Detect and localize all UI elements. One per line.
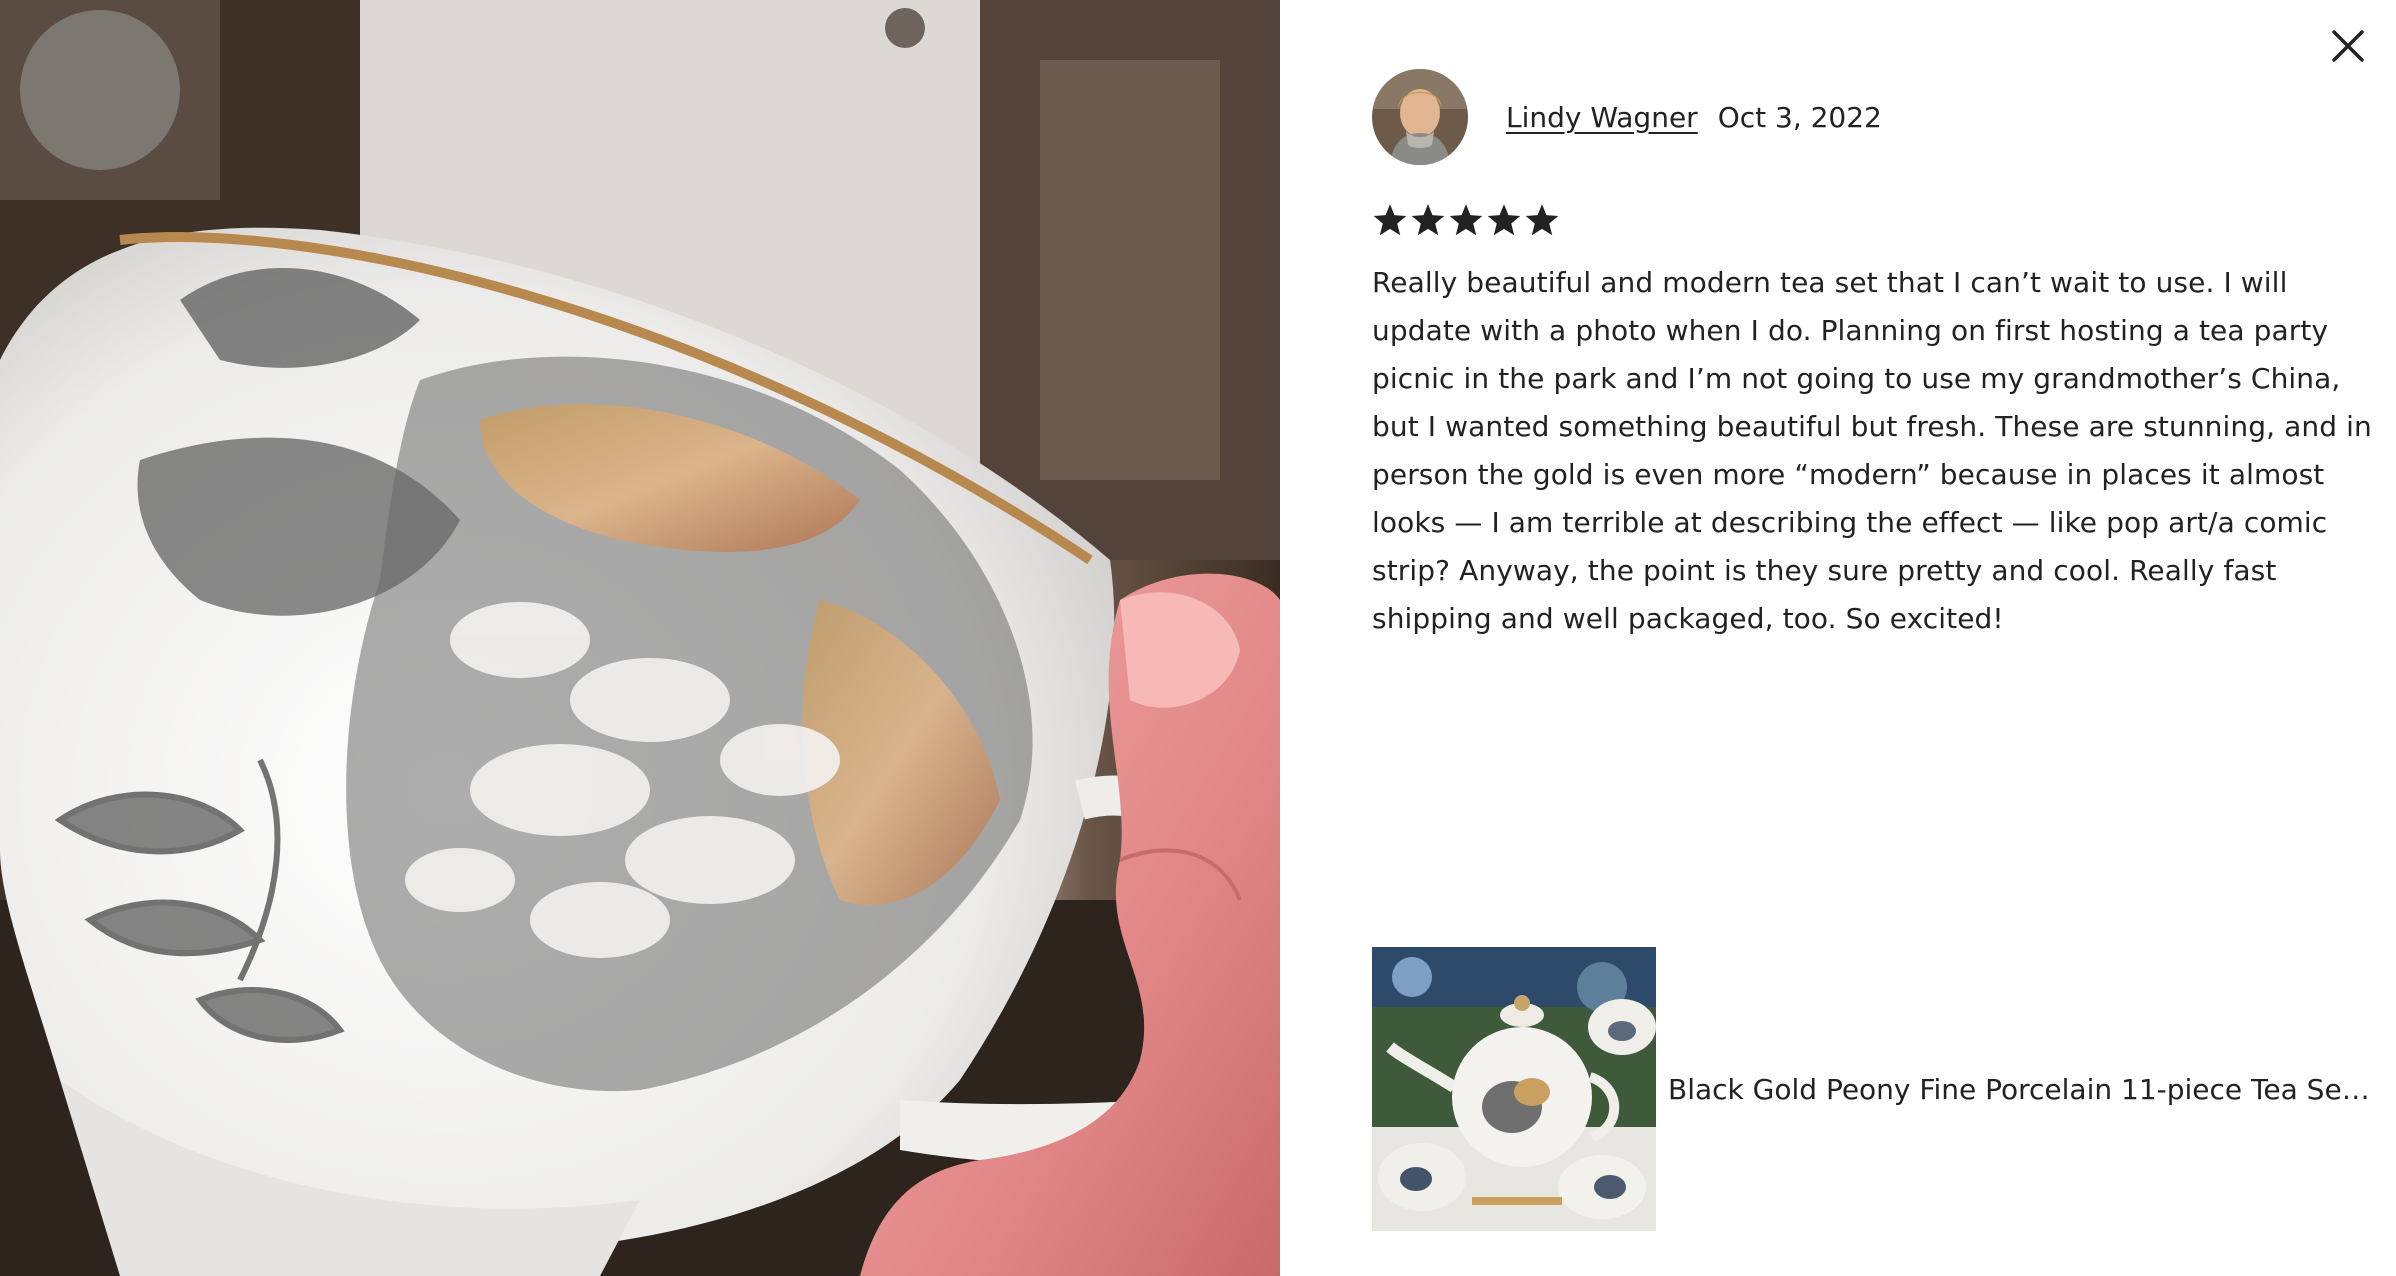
listing-title[interactable]: Black Gold Peony Fine Porcelain 11-piece… bbox=[1668, 1073, 2378, 1106]
review-date: Oct 3, 2022 bbox=[1717, 100, 1882, 134]
reviewer-name-link[interactable]: Lindy Wagner bbox=[1506, 101, 1698, 134]
star-rating bbox=[1372, 203, 1560, 237]
close-button[interactable] bbox=[2326, 24, 2370, 68]
listing-link[interactable]: Black Gold Peony Fine Porcelain 11-piece… bbox=[1372, 947, 2378, 1231]
star-icon bbox=[1411, 204, 1445, 236]
review-details-panel: Lindy Wagner Oct 3, 2022 Really beautifu… bbox=[1280, 0, 2396, 1276]
avatar bbox=[1372, 69, 1468, 165]
avatar-image bbox=[1372, 69, 1468, 165]
review-modal: Lindy Wagner Oct 3, 2022 Really beautifu… bbox=[0, 0, 2396, 1276]
review-photo bbox=[0, 0, 1280, 1276]
star-icon bbox=[1449, 204, 1483, 236]
star-icon bbox=[1525, 204, 1559, 236]
teacup-photo-illustration bbox=[0, 0, 1280, 1276]
close-icon bbox=[2332, 30, 2364, 62]
star-icon bbox=[1373, 204, 1407, 236]
reviewer-info: Lindy Wagner Oct 3, 2022 bbox=[1372, 68, 1882, 166]
review-text: Really beautiful and modern tea set that… bbox=[1372, 266, 2372, 635]
star-icon bbox=[1487, 204, 1521, 236]
listing-thumbnail[interactable] bbox=[1372, 947, 1656, 1231]
tea-set-thumbnail-image bbox=[1372, 947, 1656, 1231]
